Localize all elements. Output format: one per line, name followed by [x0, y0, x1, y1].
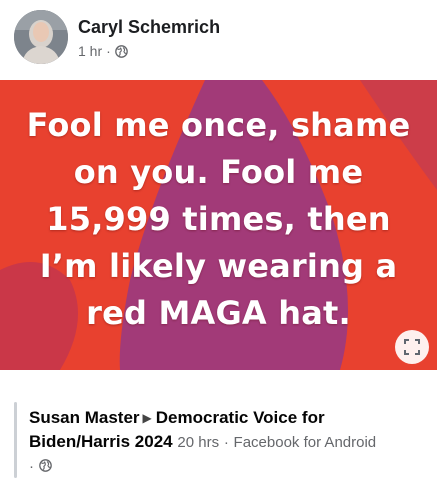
meme-line: 15,999 times, then: [46, 200, 391, 238]
shared-from-block: Susan Master ▶ Democratic Voice for Biden/…: [14, 398, 424, 478]
meta-separator: ·: [106, 43, 111, 59]
post-image[interactable]: Fool me once, shame on you. Fool me 15,9…: [0, 80, 437, 370]
meme-line: Fool me once, shame: [26, 106, 411, 144]
meta-separator: ·: [223, 434, 229, 451]
meta-separator: ·: [29, 458, 34, 475]
author-name[interactable]: Caryl Schemrich: [78, 17, 220, 38]
post-meta: 1 hr ·: [78, 43, 128, 59]
shared-author[interactable]: Susan Master: [29, 408, 140, 427]
shared-app: Facebook for Android: [233, 434, 377, 451]
post-header: Caryl Schemrich 1 hr ·: [14, 10, 424, 68]
globe-icon: [114, 44, 128, 58]
expand-button[interactable]: [395, 330, 429, 364]
expand-icon: [404, 339, 420, 355]
arrow-right-icon: ▶: [142, 411, 152, 425]
quote-bar: [14, 402, 17, 478]
meme-line: on you. Fool me: [73, 153, 364, 191]
shared-time[interactable]: 20 hrs: [177, 434, 219, 451]
globe-icon: [38, 455, 52, 472]
avatar-photo: [14, 10, 68, 64]
meme-line: red MAGA hat.: [86, 294, 351, 332]
meme-line: I’m likely wearing a: [39, 247, 398, 285]
meme-caption: Fool me once, shame on you. Fool me 15,9…: [0, 102, 437, 337]
post-time[interactable]: 1 hr: [78, 43, 102, 59]
avatar[interactable]: [14, 10, 68, 64]
shared-from-text: Susan Master ▶ Democratic Voice for Biden/…: [29, 406, 429, 478]
